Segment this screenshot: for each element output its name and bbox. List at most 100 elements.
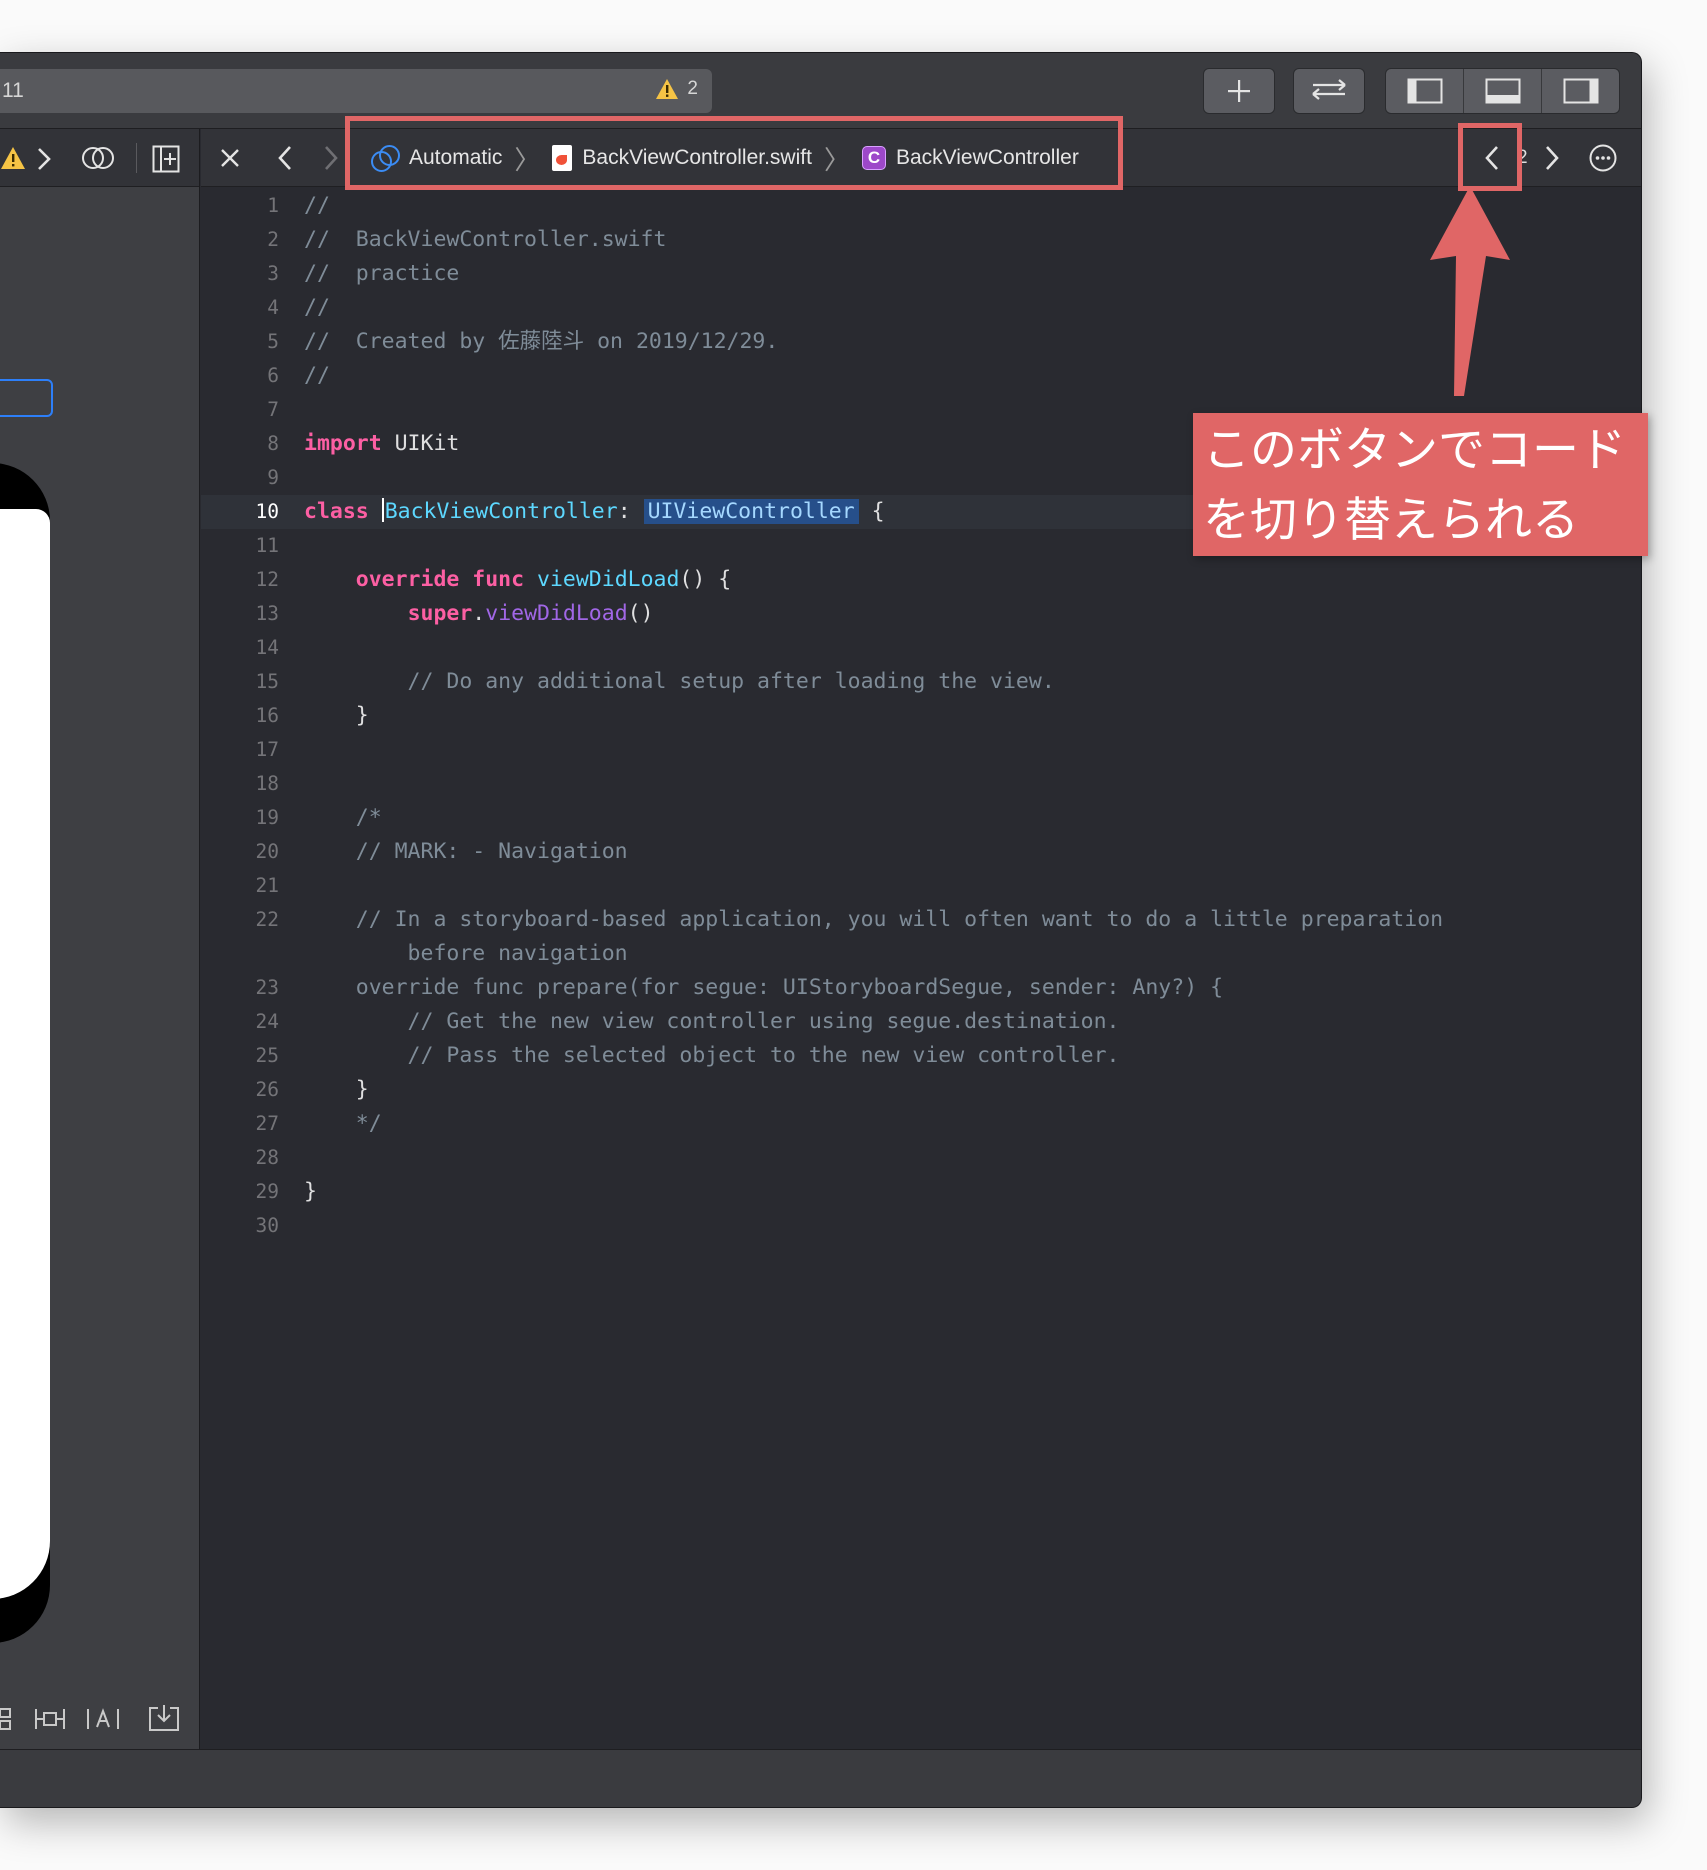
history-back-button[interactable] [277, 129, 293, 187]
venn-circles-icon[interactable] [80, 145, 116, 171]
code-line[interactable]: 20 // MARK: - Navigation [201, 835, 1641, 869]
line-number: 13 [255, 602, 279, 625]
history-forward-button[interactable] [323, 129, 339, 187]
keyword: func [472, 567, 525, 592]
code-line[interactable]: 3 // practice [201, 257, 1641, 291]
chevron-left-icon [278, 146, 291, 170]
canvas-selected-field[interactable] [0, 379, 53, 417]
source-editor: Automatic 〉 BackViewController.swift 〉 C… [201, 129, 1641, 1749]
code-line[interactable]: 29} [201, 1175, 1641, 1209]
code-line[interactable]: 27 */ [201, 1107, 1641, 1141]
toggle-inspector-button[interactable] [1542, 69, 1619, 113]
code-token: UIKit [381, 431, 460, 456]
code-line[interactable]: 1 // [201, 189, 1641, 223]
breadcrumb-highlight [345, 116, 1123, 190]
line-number: 10 [255, 500, 279, 523]
code-line[interactable]: 17 [201, 733, 1641, 767]
add-editor-icon[interactable] [152, 145, 180, 173]
code-token: // practice [304, 261, 460, 286]
line-number: 29 [255, 1180, 279, 1203]
warning-indicator[interactable]: 2 [655, 78, 698, 100]
code-token: // Created by 佐藤陸斗 on 2019/12/29. [304, 329, 779, 354]
code-text: class BackViewController: UIViewControll… [304, 495, 885, 529]
activity-view[interactable]: 11 2 [0, 69, 712, 113]
code-token: : [617, 499, 644, 524]
embed-in-icon[interactable] [148, 1703, 180, 1733]
code-token: } [304, 1179, 317, 1204]
code-line[interactable]: 14 [201, 631, 1641, 665]
chevron-right-icon [325, 146, 338, 170]
warning-count: 2 [687, 78, 698, 99]
code-line[interactable]: 23 override func prepare(for segue: UISt… [201, 971, 1641, 1005]
swap-arrows-icon [1312, 79, 1346, 100]
code-review-button[interactable] [1293, 68, 1365, 114]
keyword: import [304, 431, 382, 456]
code-line[interactable]: before navigation [201, 937, 1641, 971]
code-text: // [304, 291, 330, 325]
code-line[interactable]: 15 // Do any additional setup after load… [201, 665, 1641, 699]
code-line[interactable]: 28 [201, 1141, 1641, 1175]
code-line[interactable]: 25 // Pass the selected object to the ne… [201, 1039, 1641, 1073]
line-number: 12 [255, 568, 279, 591]
toggle-debug-area-button[interactable] [1464, 69, 1542, 113]
text-cursor [381, 498, 384, 522]
editor-options-button[interactable] [1588, 129, 1618, 187]
code-token: before navigation [304, 941, 628, 966]
line-number: 5 [267, 330, 279, 353]
annotation-arrow [1430, 186, 1510, 396]
line-number: 25 [255, 1044, 279, 1067]
code-line[interactable]: 18 [201, 767, 1641, 801]
code-token: // Get the new view controller using seg… [304, 1009, 1120, 1034]
line-number: 3 [267, 262, 279, 285]
code-line[interactable]: 2 // BackViewController.swift [201, 223, 1641, 257]
resolve-autolayout-icon[interactable] [86, 1705, 120, 1733]
code-token: } [304, 1077, 369, 1102]
code-token: // Do any additional setup after loading… [304, 669, 1055, 694]
code-line[interactable]: 19 /* [201, 801, 1641, 835]
scheme-label: 11 [2, 79, 24, 102]
line-number: 6 [267, 364, 279, 387]
warning-icon[interactable] [0, 146, 26, 170]
library-button[interactable] [1203, 68, 1275, 114]
panel-toggles [1385, 68, 1620, 114]
code-token: // [304, 363, 330, 388]
code-text: */ [304, 1107, 382, 1141]
code-token: // BackViewController.swift [304, 227, 667, 252]
code-line[interactable]: 4 // [201, 291, 1641, 325]
ellipsis-circle-icon [1589, 144, 1617, 172]
code-line[interactable]: 12 override func viewDidLoad() { [201, 563, 1641, 597]
chevron-right-icon[interactable] [36, 147, 52, 171]
code-line[interactable]: 21 [201, 869, 1641, 903]
code-line[interactable]: 26 } [201, 1073, 1641, 1107]
code-text: // practice [304, 257, 459, 291]
chevron-right-icon [1546, 146, 1559, 170]
code-line[interactable]: 16 } [201, 699, 1641, 733]
code-line[interactable]: 6 // [201, 359, 1641, 393]
code-line[interactable]: 22 // In a storyboard-based application,… [201, 903, 1641, 937]
bottom-panel-icon [1485, 78, 1520, 104]
next-counterpart-button[interactable] [1543, 129, 1561, 187]
code-line[interactable]: 24 // Get the new view controller using … [201, 1005, 1641, 1039]
close-editor-button[interactable] [219, 129, 241, 187]
interface-builder-canvas [0, 129, 200, 1749]
code-token: // Pass the selected object to the new v… [304, 1043, 1120, 1068]
code-text: // In a storyboard-based application, yo… [304, 903, 1443, 937]
align-icon[interactable] [0, 1705, 14, 1733]
left-panel-icon [1407, 78, 1442, 104]
keyword: super [407, 601, 473, 626]
line-number: 28 [255, 1146, 279, 1169]
code-token: () { [679, 567, 732, 592]
code-token: } [304, 703, 369, 728]
code-line[interactable]: 13 super.viewDidLoad() [201, 597, 1641, 631]
device-screen[interactable] [0, 509, 50, 1599]
code-line[interactable]: 5 // Created by 佐藤陸斗 on 2019/12/29. [201, 325, 1641, 359]
pin-icon[interactable] [34, 1705, 66, 1733]
toggle-navigator-button[interactable] [1386, 69, 1464, 113]
right-panel-icon [1563, 78, 1598, 104]
line-number: 8 [267, 432, 279, 455]
code-line[interactable]: 30 [201, 1209, 1641, 1243]
warning-icon [656, 79, 679, 99]
